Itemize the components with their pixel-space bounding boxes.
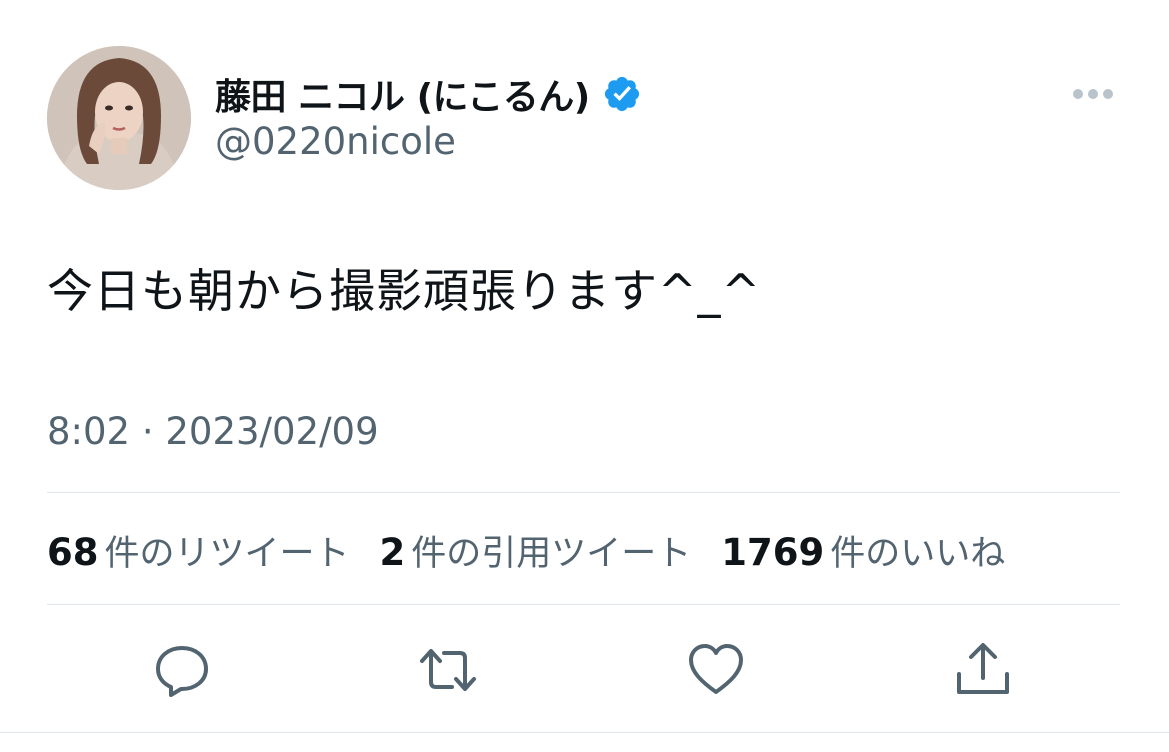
reply-button[interactable] [152,640,212,700]
share-button[interactable] [953,640,1013,700]
quote-tweets-count: 2 [379,530,406,574]
reply-icon [156,646,208,697]
avatar[interactable] [47,46,191,190]
retweet-icon [420,649,476,691]
share-icon [957,643,1009,694]
like-icon [689,644,743,694]
likes-label: 件のいいね [830,533,1006,574]
divider [0,732,1169,733]
more-options-icon[interactable] [1068,82,1118,106]
tweet-text: 今日も朝から撮影頑張ります^_^ [47,264,762,318]
like-button[interactable] [686,640,746,700]
retweets-count: 68 [47,530,99,574]
quote-tweets-label: 件の引用ツイート [411,533,692,574]
author-name-row: 藤田 ニコル (にこるん) [215,68,642,120]
likes-count: 1769 [721,530,825,574]
quote-tweets-stat[interactable]: 2 件の引用ツイート [380,525,692,576]
retweets-label: 件のリツイート [104,533,350,574]
tweet-detail: 藤田 ニコル (にこるん) @0220nicole 今日も朝から撮影頑張ります^… [0,0,1169,752]
author-display-name[interactable]: 藤田 ニコル (にこるん) [215,68,590,120]
tweet-timestamp[interactable]: 8:02 · 2023/02/09 [47,410,379,453]
tweet-stats: 68 件のリツイート 2 件の引用ツイート 1769 件のいいね [47,522,1035,578]
verified-badge-icon [604,76,639,112]
retweets-stat[interactable]: 68 件のリツイート [47,525,350,576]
likes-stat[interactable]: 1769 件のいいね [721,525,1005,576]
divider [47,604,1120,605]
retweet-button[interactable] [418,640,478,700]
avatar-image [47,46,191,190]
divider [47,492,1120,493]
author-handle[interactable]: @0220nicole [215,120,456,163]
